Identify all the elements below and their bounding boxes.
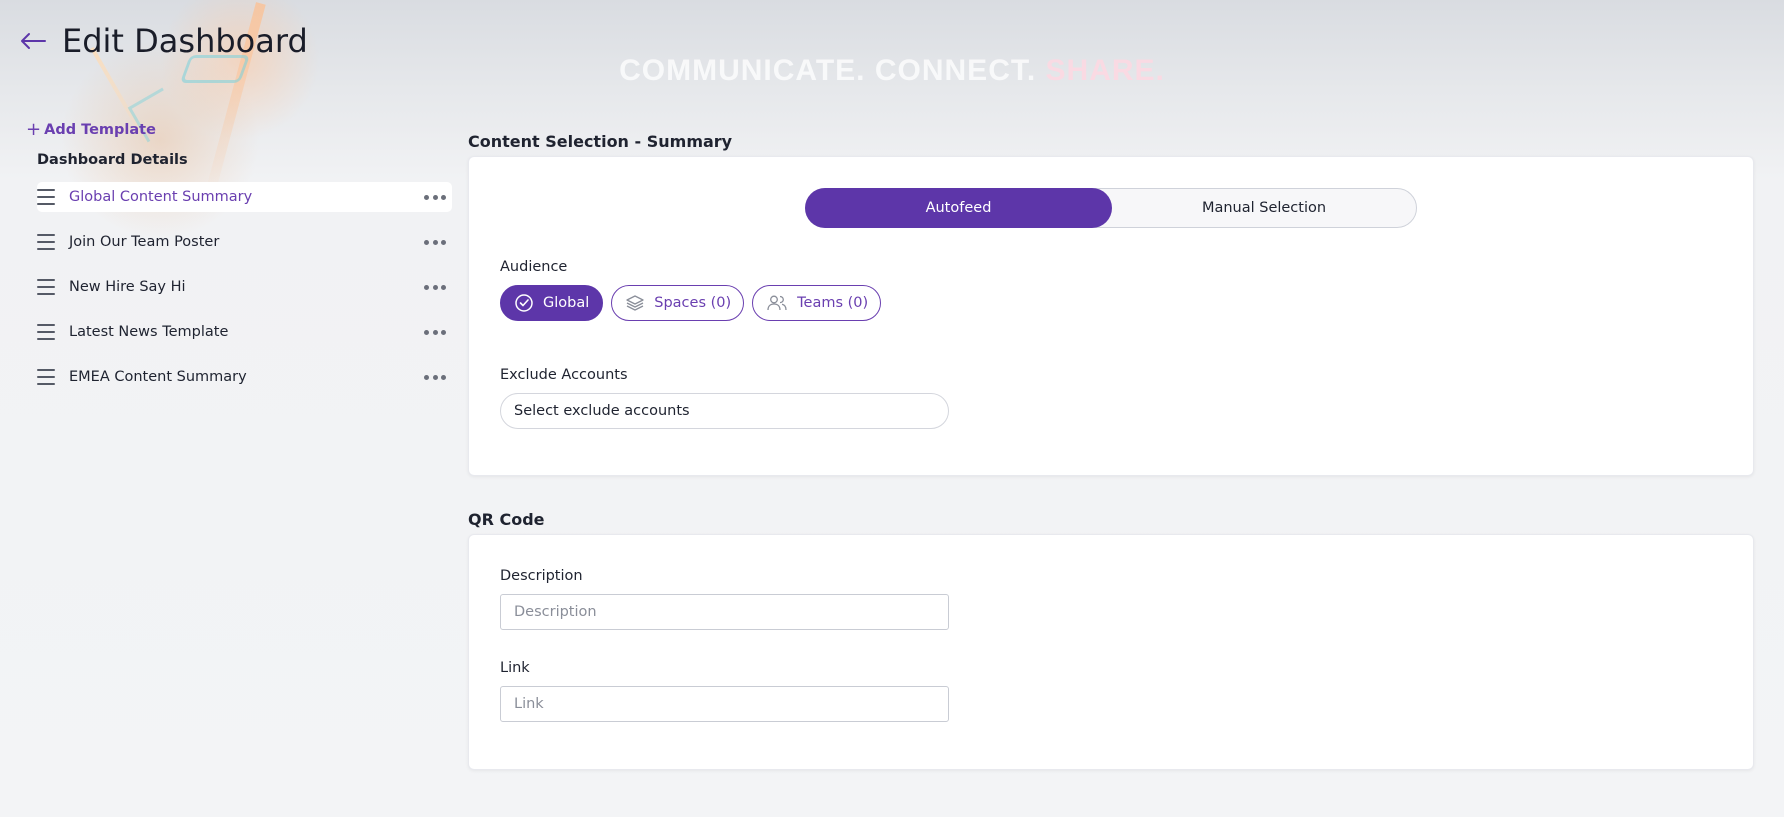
description-input[interactable] <box>500 594 949 630</box>
audience-chip-label: Teams (0) <box>797 295 869 311</box>
page-header: Edit Dashboard <box>18 22 308 60</box>
template-item-label: Join Our Team Poster <box>69 234 220 250</box>
template-item-global-content-summary[interactable]: Global Content Summary <box>37 182 452 212</box>
link-label: Link <box>500 660 530 676</box>
template-item-label: New Hire Say Hi <box>69 279 186 295</box>
link-input[interactable] <box>500 686 949 722</box>
users-icon <box>767 295 787 311</box>
back-button[interactable] <box>18 26 48 56</box>
drag-handle-icon[interactable] <box>37 279 55 295</box>
audience-label: Audience <box>500 259 568 275</box>
feed-mode-toggle: Autofeed Manual Selection <box>805 188 1417 228</box>
qr-code-card: Description Link <box>468 534 1754 770</box>
plus-icon: + <box>26 119 42 140</box>
add-template-button[interactable]: + Add Template <box>26 120 452 140</box>
template-item-join-our-team-poster[interactable]: Join Our Team Poster <box>37 227 452 257</box>
main-content: Content Selection - Summary Autofeed Man… <box>468 132 1754 770</box>
exclude-accounts-select[interactable]: Select exclude accounts <box>500 393 949 429</box>
audience-chip-global[interactable]: Global <box>500 285 604 321</box>
manual-selection-option[interactable]: Manual Selection <box>1112 189 1416 227</box>
template-item-label: EMEA Content Summary <box>69 369 247 385</box>
audience-chips: Global Spaces (0) Teams (0) <box>500 285 882 321</box>
dashboard-details-label: Dashboard Details <box>37 152 188 168</box>
banner-text-main: COMMUNICATE. CONNECT. <box>619 54 1046 87</box>
exclude-accounts-label: Exclude Accounts <box>500 367 628 383</box>
autofeed-option[interactable]: Autofeed <box>805 188 1112 228</box>
drag-handle-icon[interactable] <box>37 234 55 250</box>
sidebar: + Add Template Dashboard Details Global … <box>26 120 452 407</box>
more-options-icon[interactable] <box>424 191 446 203</box>
layers-icon <box>626 295 644 311</box>
more-options-icon[interactable] <box>424 236 446 248</box>
more-options-icon[interactable] <box>424 371 446 383</box>
banner-text-accent: SHARE. <box>1045 54 1165 87</box>
template-item-latest-news-template[interactable]: Latest News Template <box>37 317 452 347</box>
audience-chip-teams[interactable]: Teams (0) <box>752 285 882 321</box>
template-item-new-hire-say-hi[interactable]: New Hire Say Hi <box>37 272 452 302</box>
audience-chip-label: Global <box>543 295 590 311</box>
qr-code-title: QR Code <box>468 510 545 529</box>
audience-chip-spaces[interactable]: Spaces (0) <box>611 285 745 321</box>
drag-handle-icon[interactable] <box>37 369 55 385</box>
content-selection-card: Autofeed Manual Selection Audience Globa… <box>468 156 1754 476</box>
description-label: Description <box>500 568 583 584</box>
drag-handle-icon[interactable] <box>37 189 55 205</box>
template-item-label: Global Content Summary <box>69 189 253 205</box>
arrow-left-icon <box>21 33 46 49</box>
more-options-icon[interactable] <box>424 281 446 293</box>
page-title: Edit Dashboard <box>62 22 308 60</box>
template-item-emea-content-summary[interactable]: EMEA Content Summary <box>37 362 452 392</box>
add-template-label: Add Template <box>44 122 156 138</box>
more-options-icon[interactable] <box>424 326 446 338</box>
template-item-label: Latest News Template <box>69 324 229 340</box>
drag-handle-icon[interactable] <box>37 324 55 340</box>
audience-chip-label: Spaces (0) <box>654 295 732 311</box>
content-selection-title: Content Selection - Summary <box>468 132 733 151</box>
template-list: Global Content Summary Join Our Team Pos… <box>37 182 452 392</box>
check-circle-icon <box>515 294 533 312</box>
